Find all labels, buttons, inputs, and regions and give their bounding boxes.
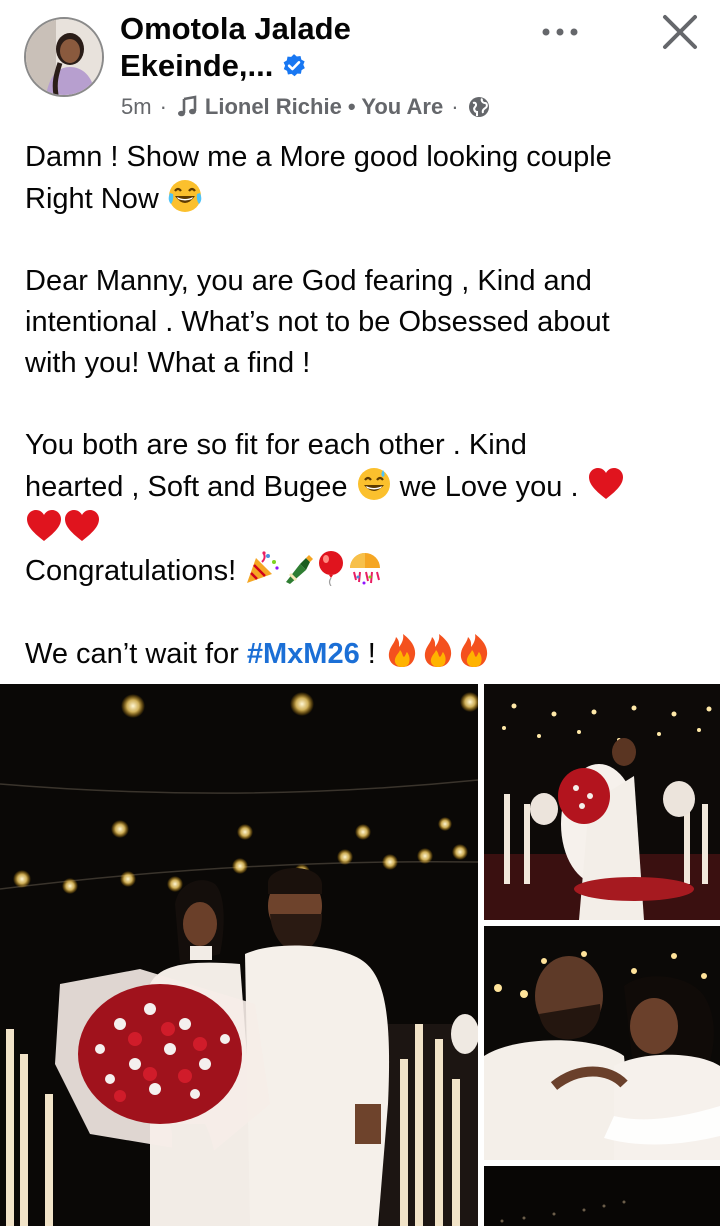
post-text: with you! What a find ! [25, 347, 311, 379]
red-heart-icon [27, 510, 61, 541]
author-name-line1: Omotola Jalade [120, 11, 351, 46]
post-paragraph: Damn ! Show me a More good looking coupl… [25, 137, 705, 220]
photo-grid [0, 684, 720, 1226]
photo-woman-bouquet[interactable] [484, 684, 720, 920]
red-heart-icon [588, 468, 623, 499]
post-text: We can’t wait for [25, 638, 239, 670]
post-text: Dear Manny, you are God fearing , Kind a… [25, 265, 592, 297]
post-text: we Love you . [399, 471, 579, 503]
photo-couple-closeup[interactable] [484, 926, 720, 1160]
confetti-ball-icon [350, 553, 381, 585]
post-paragraph: We can’t wait for #MxM26 ! [25, 633, 705, 675]
photo-couple-roses[interactable] [0, 684, 478, 1226]
author-name[interactable]: Omotola Jalade Ekeinde,... [120, 10, 540, 84]
fire-emoji-icon [388, 634, 416, 667]
post-text: intentional . What’s not to be Obsessed … [25, 306, 610, 338]
close-icon[interactable] [660, 12, 700, 52]
post-paragraph: You both are so fit for each other . Kin… [25, 425, 705, 592]
post-time[interactable]: 5m [121, 94, 152, 120]
post-text: You both are so fit for each other . Kin… [25, 429, 527, 461]
music-note-icon [177, 95, 197, 117]
meta-separator: · [159, 94, 167, 119]
post-header: Omotola Jalade Ekeinde,... 5m · Lionel R… [0, 0, 720, 130]
grinning-sweat-emoji-icon [357, 468, 390, 500]
verified-badge-icon [283, 53, 306, 76]
joy-emoji-icon [168, 180, 202, 212]
red-heart-icon [65, 510, 99, 541]
post-text: Right Now [25, 183, 159, 215]
avatar[interactable] [24, 17, 104, 97]
post-body: Damn ! Show me a More good looking coupl… [25, 137, 705, 675]
post-paragraph: Dear Manny, you are God fearing , Kind a… [25, 261, 705, 384]
post-text: Damn ! Show me a More good looking coupl… [25, 141, 612, 173]
post-text: Congratulations! [25, 555, 237, 587]
post-text: ! [367, 638, 376, 670]
meta-separator: · [451, 94, 459, 119]
hashtag-link[interactable]: #MxM26 [247, 638, 360, 670]
globe-icon [468, 97, 489, 117]
post-text: hearted , Soft and Bugee [25, 471, 348, 503]
photo-night-scene[interactable] [484, 1166, 720, 1226]
more-icon[interactable] [540, 18, 580, 46]
champagne-bottle-icon [286, 555, 314, 584]
author-name-line2: Ekeinde,... [120, 48, 274, 83]
post-meta: 5m · Lionel Richie • You Are · [121, 94, 491, 120]
song-link[interactable]: Lionel Richie • You Are [205, 94, 443, 120]
balloon-icon [319, 551, 344, 586]
fire-emoji-icon [460, 634, 488, 667]
party-popper-icon [247, 551, 279, 583]
fire-emoji-icon [424, 634, 452, 667]
